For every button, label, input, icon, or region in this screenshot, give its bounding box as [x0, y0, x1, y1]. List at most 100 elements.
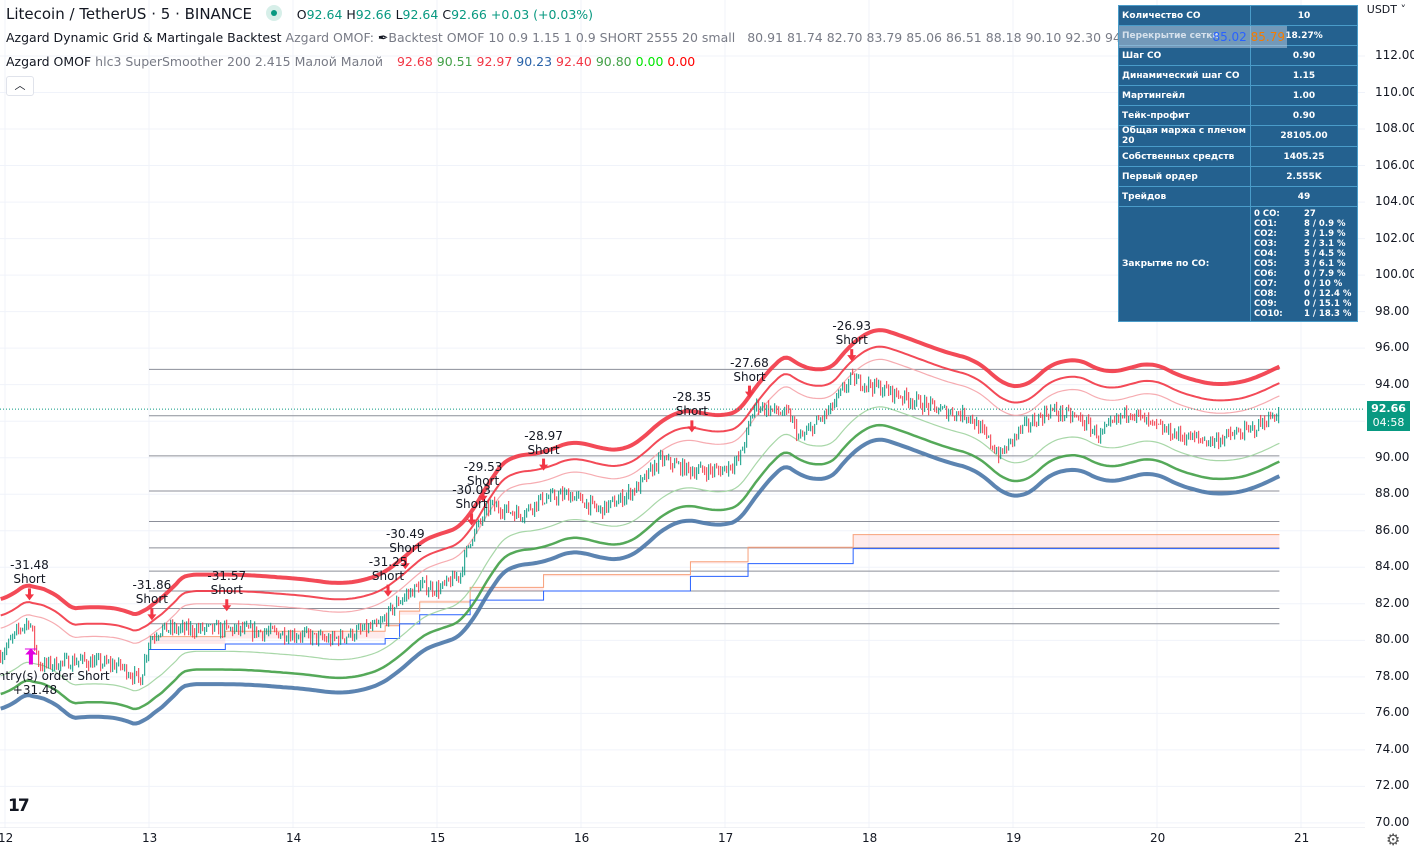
tradingview-logo[interactable]: 17: [8, 796, 30, 816]
price-tick: 84.00: [1375, 559, 1410, 574]
stats-value: 28105.00: [1250, 125, 1358, 147]
trade-label: -30.49 Short: [386, 527, 425, 555]
stats-label: Мартингейл: [1118, 85, 1251, 106]
time-tick: 15: [430, 831, 446, 845]
trade-side: Short: [13, 572, 46, 587]
trade-side: Short: [675, 404, 708, 419]
stats-value: 49: [1250, 186, 1358, 207]
price-tick: 102.00: [1375, 230, 1414, 245]
co-stat: 0 / 10 %: [1304, 279, 1343, 289]
closing-row: Закрытие по СО: 0 CO: 27 CO1: 8 / 0.9 % CO2: 3…: [1118, 206, 1358, 322]
high-value: 92.66: [355, 7, 392, 22]
price-tick: 98.00: [1375, 303, 1410, 318]
indicator2-legend[interactable]: Azgard OMOF hlc3 SuperSmoother 200 2.415…: [6, 54, 695, 69]
co-name: CO6:: [1254, 269, 1277, 279]
time-tick: 19: [1006, 831, 1022, 845]
time-tick: 21: [1294, 831, 1310, 845]
price-tick: 70.00: [1375, 814, 1410, 829]
indicator2-value: 92.97: [476, 54, 517, 69]
short-arrow-icon: [383, 584, 393, 597]
change-value: +0.03 (+0.03%): [490, 7, 594, 22]
symbol-legend: Litecoin / TetherUS · 5 · BINANCE O92.64…: [6, 5, 593, 23]
indicator1-name[interactable]: Azgard Dynamic Grid & Martingale Backtes…: [6, 30, 282, 45]
stats-value: 0.90: [1250, 45, 1358, 66]
indicator2-value: 90.23: [516, 54, 557, 69]
settings-gear-icon[interactable]: ⚙: [1386, 830, 1400, 849]
price-tick: 86.00: [1375, 522, 1410, 537]
close-label: C: [442, 7, 452, 22]
time-tick: 14: [286, 831, 302, 845]
lower-band-outer: [0, 437, 1281, 726]
avg-price-value: 85.02: [1212, 30, 1247, 44]
co-stat: 0 / 7.9 %: [1304, 269, 1346, 279]
trade-side: Short: [527, 442, 560, 457]
price-tick: 106.00: [1375, 157, 1414, 172]
price-tick: 76.00: [1375, 705, 1410, 720]
stats-value: 2.555K: [1250, 166, 1358, 187]
indicator2-value: 0.00: [667, 54, 696, 69]
price-tick: 112.00: [1375, 48, 1414, 62]
co-stat: 0 / 15.1 %: [1304, 299, 1352, 309]
trade-side: Short: [835, 333, 868, 348]
trade-label: -31.48 Short: [10, 558, 49, 586]
price-tick: 100.00: [1375, 267, 1414, 282]
trade-side: Short: [389, 541, 422, 556]
entry-text: entry(s) order Short: [0, 669, 110, 683]
trade-pnl: -28.97: [524, 428, 563, 443]
trade-label: -31.25 Short: [369, 555, 408, 583]
co-name: 0 CO:: [1254, 209, 1280, 219]
short-arrow-icon: [744, 385, 754, 398]
take-profit-line: [149, 534, 1280, 638]
symbol-title[interactable]: Litecoin / TetherUS · 5 · BINANCE: [6, 5, 252, 23]
trade-side: Short: [210, 583, 243, 598]
price-tick: 108.00: [1375, 121, 1414, 136]
short-arrow-icon: [24, 588, 34, 601]
market-open-icon: [265, 5, 282, 21]
stats-label: Количество СО: [1118, 5, 1251, 26]
trade-side: Short: [455, 497, 488, 512]
co-name: CO1:: [1254, 219, 1277, 229]
trade-label: -31.57 Short: [207, 569, 246, 597]
price-tick: 90.00: [1375, 449, 1410, 464]
indicator2-value: 90.51: [436, 54, 477, 69]
trade-pnl: -28.35: [672, 390, 712, 405]
stats-label: Динамический шаг СО: [1118, 65, 1251, 86]
high-label: H: [346, 7, 356, 22]
trade-pnl: -31.86: [132, 578, 172, 593]
trade-pnl: -29.53: [463, 459, 503, 474]
price-tick: 72.00: [1375, 778, 1410, 793]
co-stat: 2 / 3.1 %: [1304, 239, 1346, 249]
price-tick: 110.00: [1375, 84, 1414, 99]
stats-row: Тейк-профит 0.90: [1118, 105, 1358, 126]
short-arrow-icon: [687, 420, 697, 433]
time-tick: 12: [0, 831, 14, 845]
backtest-stats-table: Количество СО10Перекрытие сетки18.27%Шаг…: [1118, 5, 1358, 322]
indicator2-name[interactable]: Azgard OMOF: [6, 54, 91, 69]
stats-row: Собственных средств 1405.25: [1118, 146, 1358, 167]
price-tick: 104.00: [1375, 194, 1414, 209]
stats-value: 10: [1250, 5, 1358, 26]
trade-side: Short: [733, 369, 766, 384]
open-label: O: [296, 7, 307, 22]
indicator2-values: 92.68 90.51 92.97 90.23 92.40 90.80 0.00…: [397, 54, 695, 69]
entry-label: entry(s) order Short +31.48: [0, 669, 110, 697]
co-stat: 27: [1304, 209, 1316, 219]
low-label: L: [395, 7, 403, 22]
indicator1-overlay-values: 85.02 85.79: [1119, 26, 1287, 48]
co-name: CO9:: [1254, 299, 1277, 309]
time-tick: 20: [1150, 831, 1166, 845]
stats-label: Тейк-профит: [1118, 105, 1251, 126]
entry-arrow-icon: [24, 648, 37, 665]
trade-label: -28.35 Short: [673, 390, 712, 418]
upper-band-inner: [0, 358, 1280, 644]
trade-label: -27.68 Short: [730, 356, 769, 384]
collapse-legend-button[interactable]: ︿: [6, 76, 34, 96]
co-stat: 1 / 18.3 %: [1304, 309, 1352, 319]
price-tick: 80.00: [1375, 632, 1410, 647]
currency-select[interactable]: USDT ˅: [1367, 3, 1406, 16]
trade-label: -29.53 Short: [464, 460, 503, 488]
stats-row: Общая маржа с плечом 20 28105.00: [1118, 125, 1358, 147]
co-stat: 8 / 0.9 %: [1304, 219, 1346, 229]
co-name: CO5:: [1254, 259, 1277, 269]
indicator1-legend[interactable]: Azgard Dynamic Grid & Martingale Backtes…: [6, 30, 1289, 45]
